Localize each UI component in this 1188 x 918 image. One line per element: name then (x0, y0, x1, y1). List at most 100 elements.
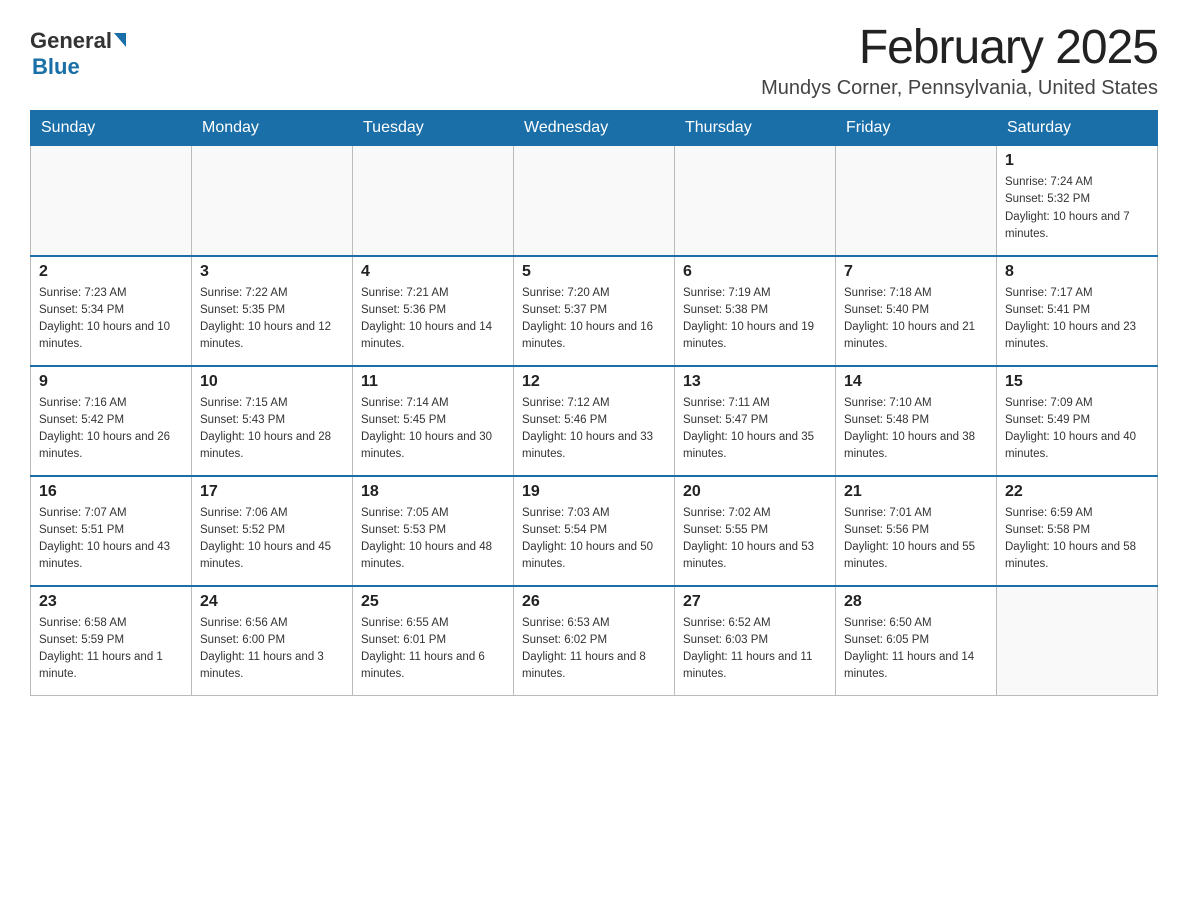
title-section: February 2025 Mundys Corner, Pennsylvani… (761, 20, 1158, 100)
day-info: Sunrise: 7:01 AM Sunset: 5:56 PM Dayligh… (844, 505, 988, 574)
day-number: 17 (200, 483, 344, 501)
calendar-cell: 20 Sunrise: 7:02 AM Sunset: 5:55 PM Dayli… (675, 476, 836, 586)
calendar-cell (31, 146, 192, 256)
logo-blue-text: Blue (32, 54, 80, 79)
day-number: 7 (844, 263, 988, 281)
calendar-cell: 16Sunrise: 7:07 AM Sunset: 5:51 PM Dayli… (31, 476, 192, 586)
day-number: 21 (844, 483, 988, 501)
calendar-cell: 10 Sunrise: 7:15 AM Sunset: 5:43 PM Dayli… (192, 366, 353, 476)
logo-arrow-icon (114, 33, 126, 47)
calendar-cell (997, 586, 1158, 696)
day-number: 26 (522, 593, 666, 611)
day-info: Sunrise: 7:05 AM Sunset: 5:53 PM Dayligh… (361, 505, 505, 574)
weekday-header-tuesday: Tuesday (353, 111, 514, 146)
calendar-cell (836, 146, 997, 256)
day-number: 22 (1005, 483, 1149, 501)
day-number: 5 (522, 263, 666, 281)
day-info: Sunrise: 6:59 AM Sunset: 5:58 PM Dayligh… (1005, 505, 1149, 574)
day-info: Sunrise: 6:55 AM Sunset: 6:01 PM Dayligh… (361, 615, 505, 684)
calendar-cell: 19Sunrise: 7:03 AM Sunset: 5:54 PM Dayli… (514, 476, 675, 586)
day-info: Sunrise: 7:18 AM Sunset: 5:40 PM Dayligh… (844, 285, 988, 354)
calendar-cell: 24 Sunrise: 6:56 AM Sunset: 6:00 PM Dayli… (192, 586, 353, 696)
day-info: Sunrise: 6:58 AM Sunset: 5:59 PM Dayligh… (39, 615, 183, 684)
day-info: Sunrise: 7:19 AM Sunset: 5:38 PM Dayligh… (683, 285, 827, 354)
calendar-cell: 23 Sunrise: 6:58 AM Sunset: 5:59 PM Dayli… (31, 586, 192, 696)
day-info: Sunrise: 6:56 AM Sunset: 6:00 PM Dayligh… (200, 615, 344, 684)
weekday-header-thursday: Thursday (675, 111, 836, 146)
day-number: 10 (200, 373, 344, 391)
day-number: 8 (1005, 263, 1149, 281)
day-number: 3 (200, 263, 344, 281)
weekday-header-friday: Friday (836, 111, 997, 146)
calendar-cell: 26Sunrise: 6:53 AM Sunset: 6:02 PM Dayli… (514, 586, 675, 696)
day-number: 2 (39, 263, 183, 281)
day-info: Sunrise: 6:52 AM Sunset: 6:03 PM Dayligh… (683, 615, 827, 684)
calendar-cell (675, 146, 836, 256)
day-info: Sunrise: 7:21 AM Sunset: 5:36 PM Dayligh… (361, 285, 505, 354)
day-number: 15 (1005, 373, 1149, 391)
day-number: 13 (683, 373, 827, 391)
day-info: Sunrise: 7:14 AM Sunset: 5:45 PM Dayligh… (361, 395, 505, 464)
calendar-cell (353, 146, 514, 256)
day-info: Sunrise: 7:15 AM Sunset: 5:43 PM Dayligh… (200, 395, 344, 464)
day-number: 18 (361, 483, 505, 501)
day-number: 25 (361, 593, 505, 611)
logo-general-text: General (30, 28, 112, 54)
calendar-cell: 7 Sunrise: 7:18 AM Sunset: 5:40 PM Daylig… (836, 256, 997, 366)
day-number: 12 (522, 373, 666, 391)
day-number: 23 (39, 593, 183, 611)
day-number: 1 (1005, 152, 1149, 170)
calendar-cell: 14 Sunrise: 7:10 AM Sunset: 5:48 PM Dayli… (836, 366, 997, 476)
weekday-header-monday: Monday (192, 111, 353, 146)
day-number: 19 (522, 483, 666, 501)
calendar-cell: 27 Sunrise: 6:52 AM Sunset: 6:03 PM Dayli… (675, 586, 836, 696)
day-info: Sunrise: 7:22 AM Sunset: 5:35 PM Dayligh… (200, 285, 344, 354)
calendar-cell: 1 Sunrise: 7:24 AM Sunset: 5:32 PM Daylig… (997, 146, 1158, 256)
day-info: Sunrise: 7:09 AM Sunset: 5:49 PM Dayligh… (1005, 395, 1149, 464)
day-number: 20 (683, 483, 827, 501)
calendar-header-row: SundayMondayTuesdayWednesdayThursdayFrid… (31, 111, 1158, 146)
calendar-cell: 21 Sunrise: 7:01 AM Sunset: 5:56 PM Dayli… (836, 476, 997, 586)
calendar-cell: 9Sunrise: 7:16 AM Sunset: 5:42 PM Daylig… (31, 366, 192, 476)
calendar-cell (514, 146, 675, 256)
calendar-cell: 8 Sunrise: 7:17 AM Sunset: 5:41 PM Daylig… (997, 256, 1158, 366)
calendar-cell: 4 Sunrise: 7:21 AM Sunset: 5:36 PM Daylig… (353, 256, 514, 366)
page-header: General Blue February 2025 Mundys Corner… (30, 20, 1158, 100)
day-number: 9 (39, 373, 183, 391)
calendar-week-row: 2 Sunrise: 7:23 AM Sunset: 5:34 PM Daylig… (31, 256, 1158, 366)
day-number: 27 (683, 593, 827, 611)
day-number: 4 (361, 263, 505, 281)
calendar-cell: 11Sunrise: 7:14 AM Sunset: 5:45 PM Dayli… (353, 366, 514, 476)
day-info: Sunrise: 7:23 AM Sunset: 5:34 PM Dayligh… (39, 285, 183, 354)
calendar-week-row: 23 Sunrise: 6:58 AM Sunset: 5:59 PM Dayli… (31, 586, 1158, 696)
month-title: February 2025 (761, 20, 1158, 75)
calendar-week-row: 1 Sunrise: 7:24 AM Sunset: 5:32 PM Daylig… (31, 146, 1158, 256)
calendar-week-row: 9Sunrise: 7:16 AM Sunset: 5:42 PM Daylig… (31, 366, 1158, 476)
day-info: Sunrise: 7:02 AM Sunset: 5:55 PM Dayligh… (683, 505, 827, 574)
calendar-cell (192, 146, 353, 256)
weekday-header-sunday: Sunday (31, 111, 192, 146)
day-info: Sunrise: 7:07 AM Sunset: 5:51 PM Dayligh… (39, 505, 183, 574)
calendar-cell: 6 Sunrise: 7:19 AM Sunset: 5:38 PM Daylig… (675, 256, 836, 366)
calendar-cell: 18 Sunrise: 7:05 AM Sunset: 5:53 PM Dayli… (353, 476, 514, 586)
day-number: 6 (683, 263, 827, 281)
calendar-cell: 15 Sunrise: 7:09 AM Sunset: 5:49 PM Dayli… (997, 366, 1158, 476)
day-number: 14 (844, 373, 988, 391)
calendar-week-row: 16Sunrise: 7:07 AM Sunset: 5:51 PM Dayli… (31, 476, 1158, 586)
location-title: Mundys Corner, Pennsylvania, United Stat… (761, 77, 1158, 100)
calendar-cell: 2 Sunrise: 7:23 AM Sunset: 5:34 PM Daylig… (31, 256, 192, 366)
calendar-cell: 25 Sunrise: 6:55 AM Sunset: 6:01 PM Dayli… (353, 586, 514, 696)
calendar-cell: 3 Sunrise: 7:22 AM Sunset: 5:35 PM Daylig… (192, 256, 353, 366)
day-info: Sunrise: 7:10 AM Sunset: 5:48 PM Dayligh… (844, 395, 988, 464)
weekday-header-wednesday: Wednesday (514, 111, 675, 146)
calendar-cell: 5 Sunrise: 7:20 AM Sunset: 5:37 PM Daylig… (514, 256, 675, 366)
day-info: Sunrise: 7:17 AM Sunset: 5:41 PM Dayligh… (1005, 285, 1149, 354)
day-info: Sunrise: 7:11 AM Sunset: 5:47 PM Dayligh… (683, 395, 827, 464)
day-number: 24 (200, 593, 344, 611)
calendar-cell: 22 Sunrise: 6:59 AM Sunset: 5:58 PM Dayli… (997, 476, 1158, 586)
day-info: Sunrise: 7:20 AM Sunset: 5:37 PM Dayligh… (522, 285, 666, 354)
day-info: Sunrise: 7:24 AM Sunset: 5:32 PM Dayligh… (1005, 174, 1149, 243)
calendar-cell: 12Sunrise: 7:12 AM Sunset: 5:46 PM Dayli… (514, 366, 675, 476)
weekday-header-saturday: Saturday (997, 111, 1158, 146)
day-info: Sunrise: 7:06 AM Sunset: 5:52 PM Dayligh… (200, 505, 344, 574)
